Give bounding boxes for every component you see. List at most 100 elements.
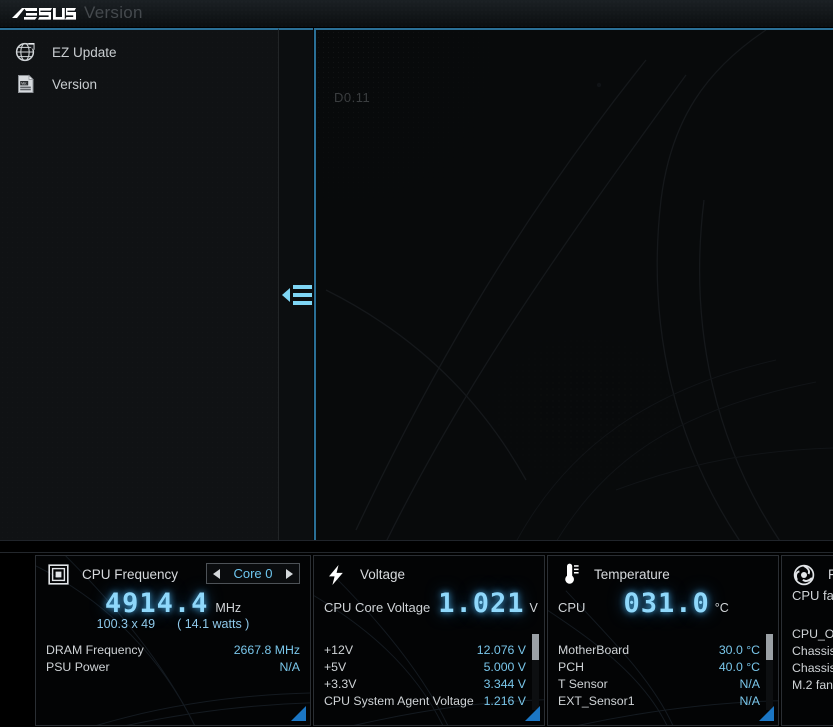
- cpu-frequency-rows: DRAM Frequency 2667.8 MHz PSU Power N/A: [36, 641, 310, 675]
- resize-grip-icon[interactable]: [291, 706, 306, 721]
- sidebar-item-version[interactable]: Ver. Version: [0, 68, 278, 100]
- title-bar: Version: [0, 0, 833, 28]
- bclk-multiplier: 100.3 x 49: [97, 617, 155, 631]
- temperature-hero-value: 031.0: [623, 588, 710, 619]
- row-value: 30.0 °C: [718, 642, 760, 657]
- sidebar-item-ez-update[interactable]: EZ Update: [0, 36, 278, 68]
- row-key: Chassis 2: [792, 660, 833, 675]
- temperature-hero-unit: °C: [714, 601, 729, 615]
- row-value: N/A: [739, 693, 761, 708]
- fan-speed-rows: CPU_OPT Chassis 1 Chassis 2 M.2 fan: [782, 625, 833, 693]
- table-row: +12V 12.076 V: [324, 641, 526, 658]
- voltage-hero: CPU Core Voltage 1.021 V: [314, 588, 544, 619]
- fan-icon: [792, 563, 816, 587]
- row-value: N/A: [279, 659, 301, 674]
- temperature-rows: MotherBoard 30.0 °C PCH 40.0 °C T Sensor…: [548, 641, 778, 709]
- panel-scrollbar[interactable]: [766, 634, 773, 710]
- row-key: +12V: [324, 642, 354, 657]
- sidebar-item-label: Version: [52, 76, 98, 92]
- monitor-bar: CPU Frequency Core 0 4914.4 MHz 100.3 x …: [0, 540, 833, 727]
- voltage-rows: +12V 12.076 V +5V 5.000 V +3.3V 3.344 V …: [314, 641, 544, 709]
- core-selector[interactable]: Core 0: [206, 563, 300, 584]
- row-key: EXT_Sensor1: [558, 693, 635, 708]
- monitor-bar-separator: [0, 552, 833, 553]
- globe-icon: [14, 40, 38, 64]
- temperature-hero: CPU 031.0 °C: [548, 588, 778, 619]
- row-key: T Sensor: [558, 676, 608, 691]
- arrow-right-icon[interactable]: [286, 568, 293, 579]
- svg-text:Ver.: Ver.: [21, 81, 27, 85]
- scrollbar-thumb[interactable]: [532, 634, 539, 660]
- panel-title: Voltage: [360, 567, 406, 582]
- row-value: 1.216 V: [483, 693, 526, 708]
- row-value: 12.076 V: [476, 642, 526, 657]
- row-key: +5V: [324, 659, 347, 674]
- panel-header: Temperature: [548, 556, 778, 586]
- main-content-area: D0.11: [314, 28, 833, 540]
- sidebar-item-label: EZ Update: [52, 44, 117, 60]
- table-row: +5V 5.000 V: [324, 658, 526, 675]
- fan-speed-hero-label: CPU fan: [792, 588, 833, 603]
- panel-voltage: Voltage CPU Core Voltage 1.021 V +12V 12…: [313, 555, 545, 726]
- monitor-panels: CPU Frequency Core 0 4914.4 MHz 100.3 x …: [0, 555, 833, 727]
- scrollbar-thumb[interactable]: [766, 634, 773, 660]
- cpu-frequency-value: 4914.4: [104, 588, 209, 619]
- row-value: 3.344 V: [483, 676, 526, 691]
- panel-header: Fan Speed: [782, 556, 833, 586]
- row-value: N/A: [739, 676, 761, 691]
- table-row: EXT_Sensor1 N/A: [558, 692, 760, 709]
- panel-scrollbar[interactable]: [532, 634, 539, 710]
- panel-fan-speed: Fan Speed CPU fan CPU_OPT Chassis 1: [781, 555, 833, 726]
- cpu-frequency-subvalues: 100.3 x 49 ( 14.1 watts ): [36, 617, 310, 631]
- row-key: Chassis 1: [792, 643, 833, 658]
- asus-logo: [10, 4, 76, 23]
- multiplier-value: 49: [141, 617, 156, 632]
- resize-grip-icon[interactable]: [525, 706, 540, 721]
- resize-grip-icon[interactable]: [759, 706, 774, 721]
- row-key: CPU System Agent Voltage: [324, 693, 474, 708]
- panel-cpu-frequency: CPU Frequency Core 0 4914.4 MHz 100.3 x …: [35, 555, 311, 726]
- bclk-value: 100.3: [96, 617, 128, 632]
- table-row: CPU_OPT: [792, 625, 833, 642]
- table-row: PCH 40.0 °C: [558, 658, 760, 675]
- row-key: PCH: [558, 659, 584, 674]
- lightning-bolt-icon: [324, 563, 348, 587]
- arrow-left-icon[interactable]: [213, 568, 220, 579]
- panel-header: Voltage: [314, 556, 544, 586]
- temperature-hero-label: CPU: [558, 600, 586, 615]
- cpu-frequency-hero: 4914.4 MHz: [36, 588, 310, 619]
- table-row: M.2 fan: [792, 676, 833, 693]
- menu-bars-icon: [293, 285, 312, 305]
- row-key: MotherBoard: [558, 642, 630, 657]
- voltage-hero-unit: V: [529, 601, 538, 615]
- cpu-chip-icon: [46, 563, 70, 587]
- panel-temperature: Temperature CPU 031.0 °C MotherBoard 30.…: [547, 555, 779, 726]
- version-code-label: D0.11: [334, 90, 371, 105]
- collapse-menu-icon[interactable]: [282, 281, 312, 309]
- fan-speed-hero: CPU fan: [782, 588, 833, 603]
- asus-ai-suite-window: Version EZ Update Ver. Version D0.11 CPU…: [0, 0, 833, 727]
- table-row: +3.3V 3.344 V: [324, 675, 526, 692]
- document-version-icon: Ver.: [14, 72, 38, 96]
- table-row: T Sensor N/A: [558, 675, 760, 692]
- panel-title: Fan Speed: [828, 567, 833, 582]
- row-value: 5.000 V: [483, 659, 526, 674]
- panel-title: Temperature: [594, 567, 670, 582]
- row-key: +3.3V: [324, 676, 357, 691]
- row-value: 40.0 °C: [718, 659, 760, 674]
- table-row: CPU System Agent Voltage 1.216 V: [324, 692, 526, 709]
- multiply-symbol: x: [131, 617, 138, 632]
- table-row: DRAM Frequency 2667.8 MHz: [46, 641, 300, 658]
- voltage-hero-label: CPU Core Voltage: [324, 600, 431, 615]
- row-value: 2667.8 MHz: [233, 642, 300, 657]
- cpu-watts: ( 14.1 watts ): [177, 617, 250, 632]
- arrow-left-icon: [282, 288, 290, 302]
- table-row: Chassis 2: [792, 659, 833, 676]
- sidebar: EZ Update Ver. Version: [0, 28, 278, 540]
- decorative-swirl-graphic: [325, 30, 833, 540]
- cpu-frequency-unit: MHz: [215, 601, 242, 615]
- row-key: PSU Power: [46, 659, 110, 674]
- core-selector-value: Core 0: [233, 566, 273, 581]
- table-row: PSU Power N/A: [46, 658, 300, 675]
- thermometer-icon: [558, 563, 582, 587]
